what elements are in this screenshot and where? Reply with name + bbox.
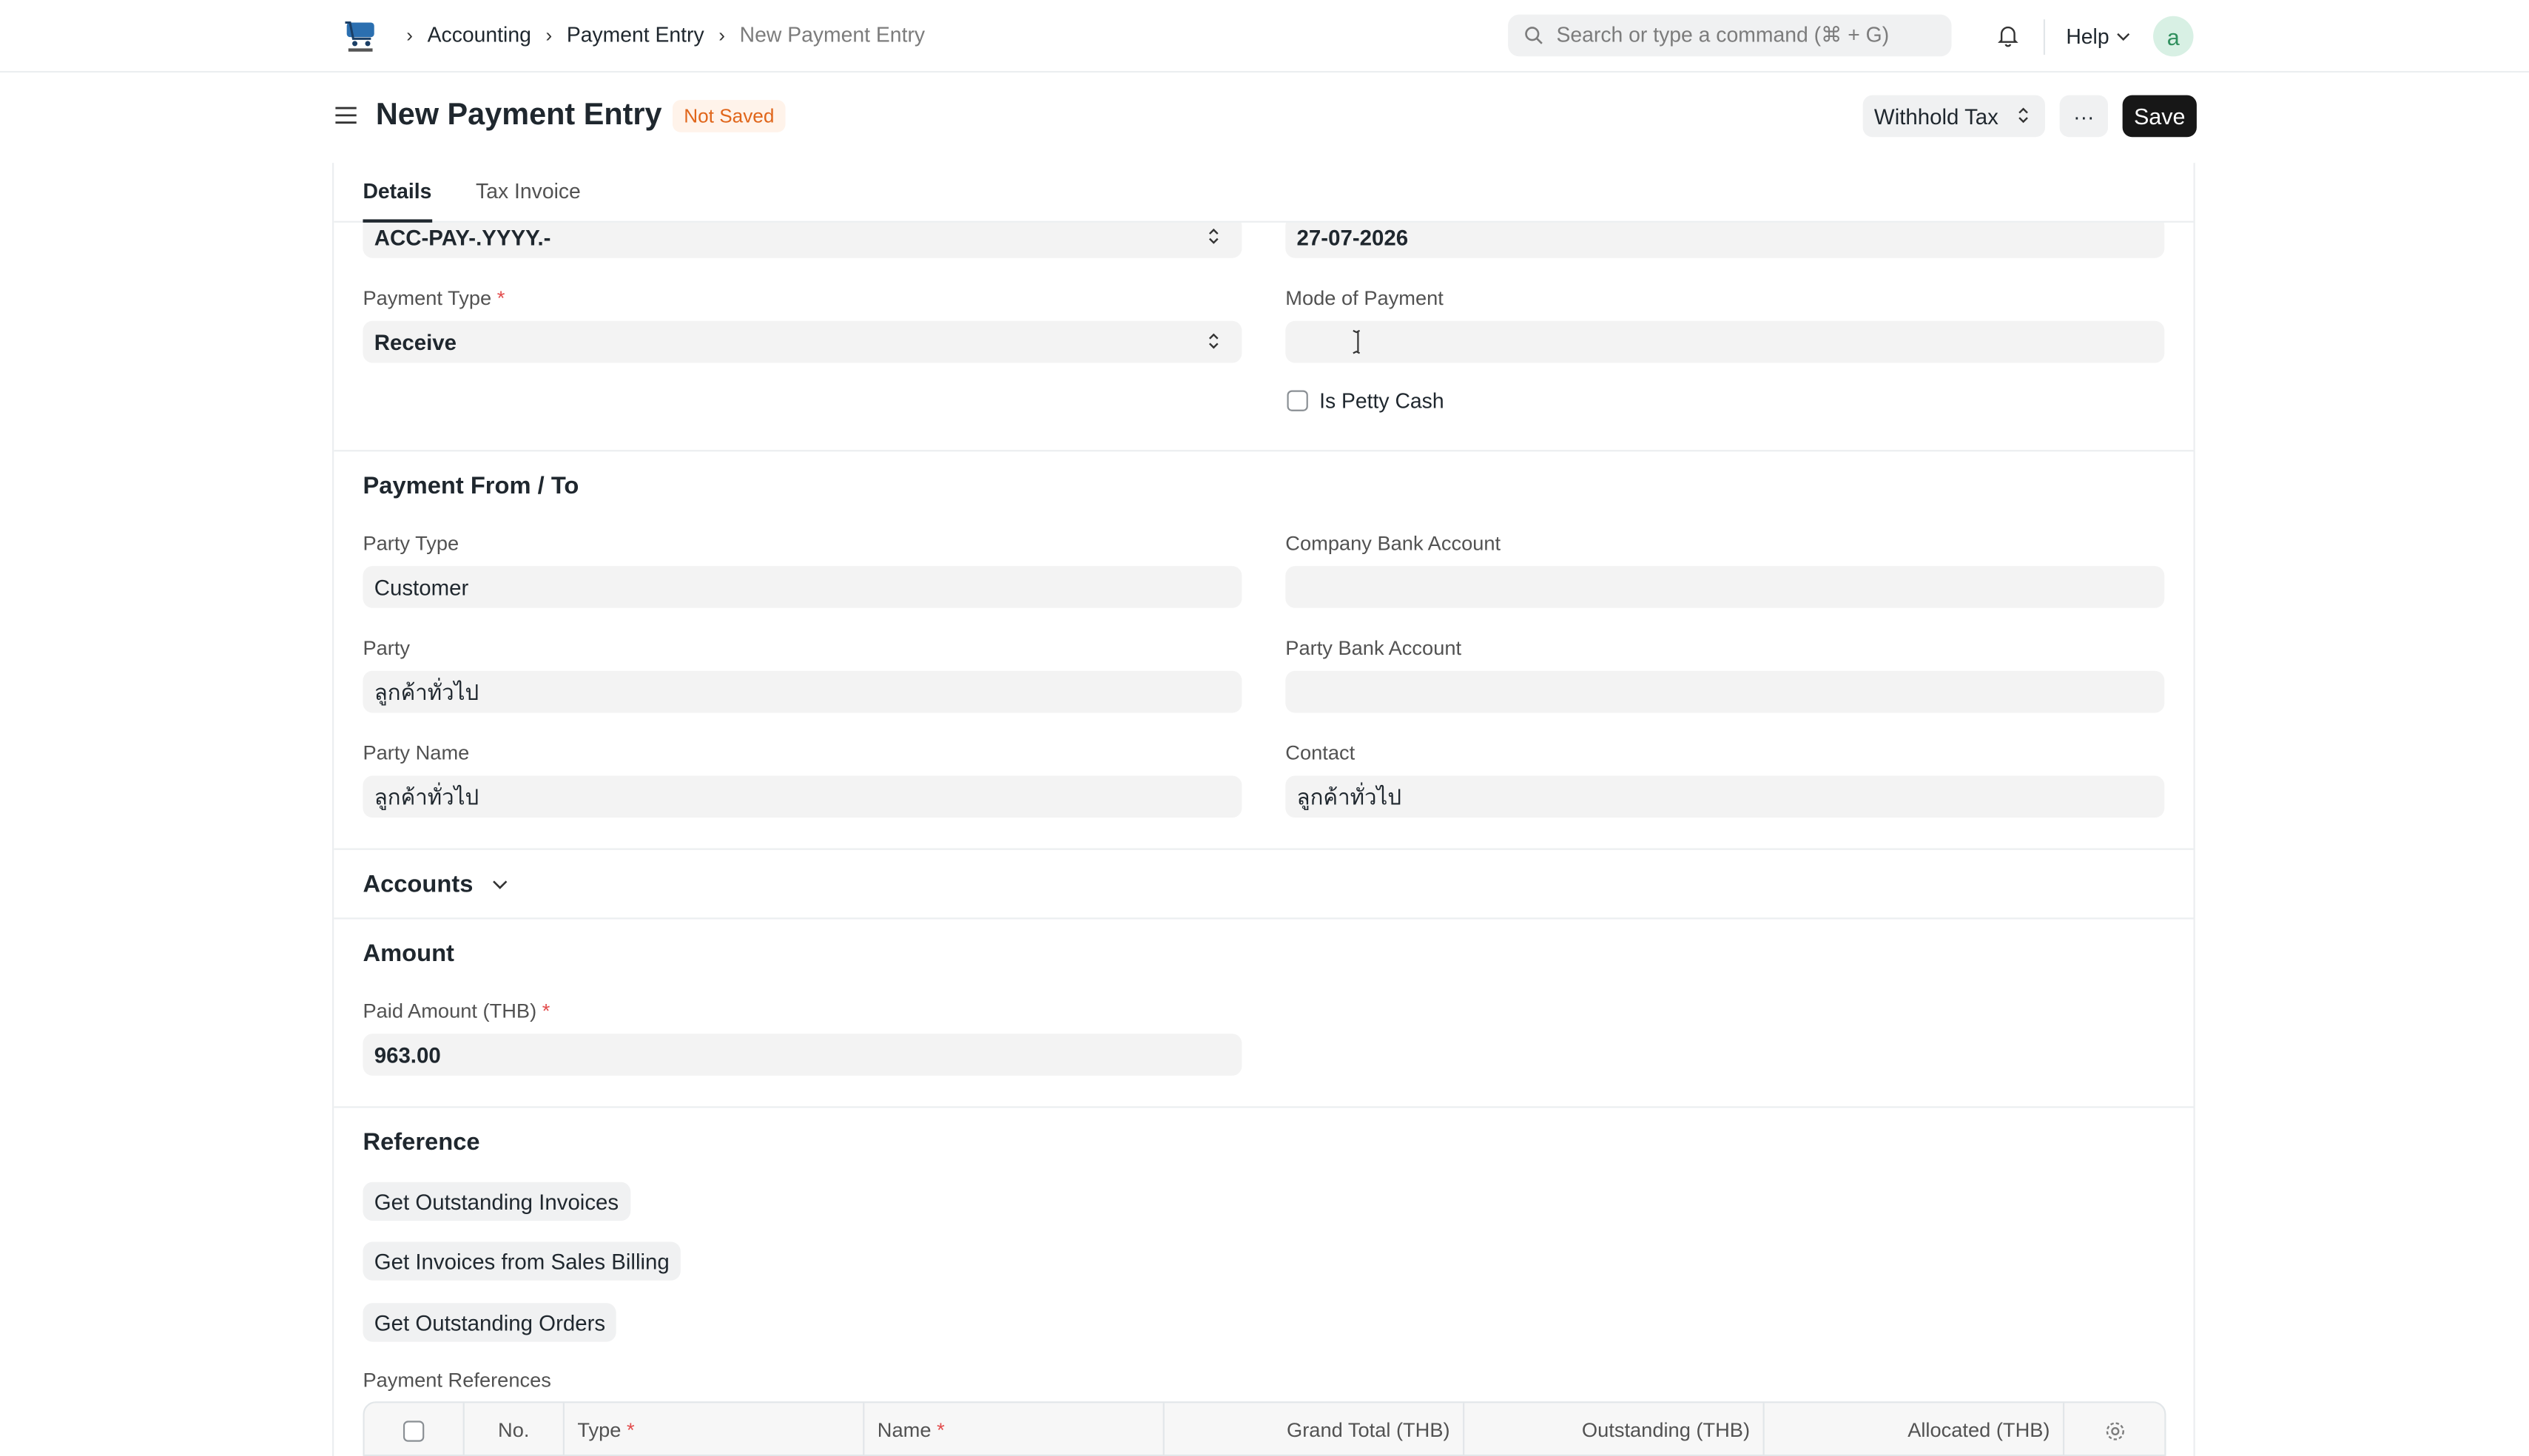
mode-of-payment-field[interactable] <box>1285 320 2165 363</box>
party-name-label: Party Name <box>363 741 470 765</box>
column-no: No. <box>465 1403 565 1456</box>
section-divider <box>334 848 2194 850</box>
posting-date-value: 27-07-2026 <box>1296 225 1409 249</box>
accounts-section-toggle[interactable]: Accounts <box>363 871 508 898</box>
payment-references-label: Payment References <box>363 1369 551 1392</box>
payment-type-select[interactable]: Receive <box>363 320 1242 363</box>
section-divider <box>334 917 2194 920</box>
party-type-label: Party Type <box>363 532 459 555</box>
payment-type-label: Payment Type * <box>363 287 505 310</box>
party-type-value: Customer <box>374 575 469 599</box>
get-outstanding-orders-button[interactable]: Get Outstanding Orders <box>363 1303 617 1342</box>
contact-field[interactable]: ลูกค้าทั่วไป <box>1285 775 2165 818</box>
get-outstanding-invoices-button[interactable]: Get Outstanding Invoices <box>363 1182 630 1221</box>
navbar: › Accounting › Payment Entry › New Payme… <box>0 0 2529 73</box>
mode-of-payment-label: Mode of Payment <box>1285 287 1444 310</box>
column-grand-total: Grand Total (THB) <box>1165 1403 1465 1456</box>
is-petty-cash-label: Is Petty Cash <box>1319 388 1444 414</box>
payment-from-to-heading: Payment From / To <box>363 472 579 500</box>
page-title: New Payment Entry <box>375 98 662 132</box>
party-name-field[interactable]: ลูกค้าทั่วไป <box>363 775 1242 818</box>
paid-amount-field[interactable]: 963.00 <box>363 1034 1242 1076</box>
amount-heading: Amount <box>363 940 454 968</box>
text-cursor-icon <box>1353 329 1361 354</box>
tab-details[interactable]: Details <box>363 179 431 203</box>
party-bank-account-field[interactable] <box>1285 670 2165 713</box>
withhold-tax-select[interactable]: Withhold Tax <box>1862 95 2045 138</box>
breadcrumb-payment-entry[interactable]: Payment Entry <box>567 23 704 47</box>
app-logo-icon[interactable] <box>342 18 379 55</box>
chevron-right-icon: › <box>406 23 414 47</box>
accounts-heading: Accounts <box>363 871 474 899</box>
active-tab-indicator <box>363 219 433 223</box>
reference-heading: Reference <box>363 1128 480 1156</box>
get-invoices-from-sales-billing-button[interactable]: Get Invoices from Sales Billing <box>363 1241 681 1281</box>
column-name: Name * <box>864 1403 1165 1456</box>
payment-type-value: Receive <box>374 329 457 354</box>
party-bank-account-label: Party Bank Account <box>1285 637 1462 660</box>
column-allocated: Allocated (THB) <box>1765 1403 2065 1456</box>
party-name-value: ลูกค้าทั่วไป <box>374 785 479 810</box>
gear-icon <box>2105 1421 2124 1440</box>
breadcrumb-current: New Payment Entry <box>739 22 926 47</box>
app-root: › Accounting › Payment Entry › New Payme… <box>0 0 2529 1456</box>
hamburger-menu-icon[interactable] <box>334 104 358 128</box>
avatar[interactable]: a <box>2153 16 2194 57</box>
party-label: Party <box>363 637 411 660</box>
withhold-tax-label: Withhold Tax <box>1873 104 1998 129</box>
section-divider <box>334 1106 2194 1108</box>
tab-tax-invoice[interactable]: Tax Invoice <box>476 179 581 203</box>
payment-references-table-header: No. Type * Name * Grand Total (THB) Outs… <box>363 1401 2166 1456</box>
contact-label: Contact <box>1285 741 1356 765</box>
search-placeholder: Search or type a command (⌘ + G) <box>1556 22 1890 47</box>
status-badge: Not Saved <box>672 100 786 132</box>
column-outstanding: Outstanding (THB) <box>1464 1403 1765 1456</box>
column-settings[interactable] <box>2064 1403 2164 1456</box>
company-bank-account-field[interactable] <box>1285 566 2165 608</box>
is-petty-cash-checkbox[interactable] <box>1287 390 1308 411</box>
more-actions-button[interactable]: ··· <box>2059 95 2108 138</box>
search-icon <box>1525 27 1543 44</box>
help-dropdown[interactable]: Help <box>2066 24 2130 49</box>
form-card: Details Tax Invoice ACC-PAY-.YYYY.- 27-0… <box>332 163 2195 1456</box>
select-arrows-icon <box>2018 107 2028 124</box>
naming-series-value: ACC-PAY-.YYYY.- <box>374 225 551 249</box>
help-label: Help <box>2066 24 2109 49</box>
bell-icon[interactable] <box>1995 23 2021 49</box>
save-button[interactable]: Save <box>2122 95 2197 138</box>
chevron-down-icon <box>2116 32 2129 41</box>
breadcrumb: › Accounting › Payment Entry › New Payme… <box>406 23 925 47</box>
column-type: Type * <box>565 1403 865 1456</box>
select-arrows-icon <box>1209 333 1219 349</box>
select-all-checkbox[interactable] <box>403 1420 425 1441</box>
chevron-right-icon: › <box>718 23 726 47</box>
paid-amount-value: 963.00 <box>374 1042 441 1067</box>
company-bank-account-label: Company Bank Account <box>1285 532 1501 555</box>
chevron-down-icon <box>493 880 508 889</box>
select-arrows-icon <box>1209 228 1219 244</box>
chevron-right-icon: › <box>545 23 553 47</box>
section-divider <box>334 450 2194 452</box>
select-all-cell <box>365 1403 465 1456</box>
party-field[interactable]: ลูกค้าทั่วไป <box>363 670 1242 713</box>
form-tabs: Details Tax Invoice <box>334 163 2194 223</box>
contact-value: ลูกค้าทั่วไป <box>1296 785 1402 810</box>
search-input[interactable]: Search or type a command (⌘ + G) <box>1508 14 1952 57</box>
party-value: ลูกค้าทั่วไป <box>374 680 479 705</box>
paid-amount-label: Paid Amount (THB) * <box>363 1000 550 1022</box>
party-type-field[interactable]: Customer <box>363 566 1242 608</box>
navbar-divider <box>2043 19 2045 55</box>
breadcrumb-accounting[interactable]: Accounting <box>428 23 531 47</box>
